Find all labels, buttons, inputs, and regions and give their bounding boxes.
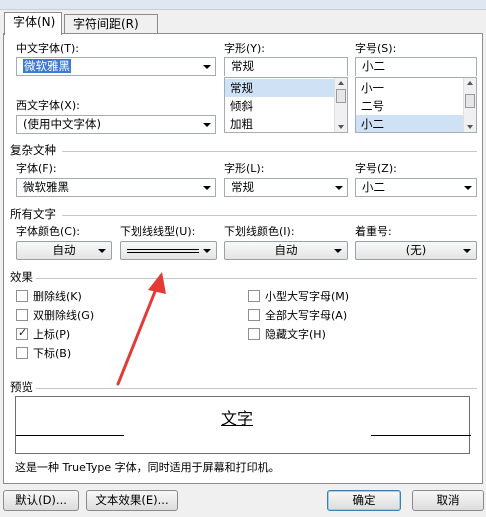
emphasis-select[interactable]: (无) (355, 241, 477, 260)
double-strikethrough-checkbox[interactable] (16, 309, 28, 321)
chevron-down-icon[interactable] (335, 186, 343, 190)
size-option[interactable]: 二号 (356, 97, 463, 115)
style-option[interactable]: 倾斜 (225, 97, 334, 115)
font-color-select[interactable]: 自动 (16, 241, 112, 260)
underline-type-label: 下划线线型(U): (120, 225, 196, 238)
cancel-button[interactable]: 取消 (412, 490, 484, 511)
hidden-text-label[interactable]: 隐藏文字(H) (265, 328, 326, 341)
double-strikethrough-label[interactable]: 双删除线(G) (33, 309, 94, 322)
underline-sample-line (127, 249, 199, 250)
chevron-down-icon[interactable] (203, 186, 211, 190)
style-input[interactable]: 常规 (224, 57, 348, 76)
baseline-left (16, 435, 124, 436)
underline-color-value: 自动 (274, 243, 298, 257)
size-value: 小二 (362, 59, 385, 73)
chevron-down-icon[interactable] (203, 65, 211, 69)
font-info-note: 这是一种 TrueType 字体，同时适用于屏幕和打印机。 (15, 461, 280, 474)
underline-type-select[interactable] (120, 241, 217, 260)
checkmark-icon: ✓ (18, 326, 28, 339)
title-bar (0, 0, 486, 10)
divider (36, 388, 477, 389)
hidden-text-checkbox[interactable] (248, 328, 260, 340)
superscript-checkbox[interactable]: ✓ (16, 326, 28, 340)
small-caps-label[interactable]: 小型大写字母(M) (265, 290, 349, 303)
style-list[interactable]: 常规 倾斜 加粗 (224, 77, 348, 133)
all-caps-checkbox[interactable] (248, 309, 260, 321)
scroll-down-icon[interactable] (338, 125, 344, 129)
underline-color-label: 下划线颜色(I): (224, 225, 295, 238)
style-option[interactable]: 常规 (225, 79, 334, 97)
size-option[interactable]: 小一 (356, 79, 463, 97)
complex-size-label: 字号(Z): (355, 162, 397, 175)
chevron-down-icon[interactable] (464, 186, 472, 190)
tab-character-spacing[interactable]: 字符间距(R) (64, 14, 158, 34)
complex-style-select[interactable]: 常规 (224, 178, 348, 197)
strikethrough-checkbox[interactable] (16, 290, 28, 302)
scroll-down-icon[interactable] (467, 125, 473, 129)
scroll-up-icon[interactable] (338, 81, 344, 85)
text-effects-button[interactable]: 文本效果(E)... (86, 490, 178, 511)
style-scrollbar[interactable] (334, 78, 347, 132)
preview-sample-text: 文字 (221, 409, 254, 428)
subscript-label[interactable]: 下标(B) (33, 347, 71, 360)
western-font-value: (使用中文字体) (23, 117, 101, 131)
divider (62, 215, 477, 216)
chevron-down-icon[interactable] (203, 249, 211, 253)
western-font-label: 西文字体(X): (16, 99, 80, 112)
chinese-font-label: 中文字体(T): (16, 42, 80, 55)
font-color-label: 字体颜色(C): (16, 225, 80, 238)
all-caps-label[interactable]: 全部大写字母(A) (265, 309, 347, 322)
complex-style-label: 字形(L): (224, 162, 265, 175)
tab-strip: 字体(N) 字符间距(R) (0, 10, 486, 35)
preview-box: 文字 (15, 396, 471, 454)
underline-sample-line (127, 252, 199, 253)
strikethrough-label[interactable]: 删除线(K) (33, 290, 82, 303)
chevron-down-icon[interactable] (334, 249, 342, 253)
ok-button[interactable]: 确定 (327, 490, 401, 511)
size-list[interactable]: 小一 二号 小二 (355, 77, 477, 133)
complex-section-title: 复杂文种 (10, 143, 56, 157)
chinese-font-select[interactable]: 微软雅黑 (16, 57, 216, 76)
baseline-right (371, 435, 471, 436)
emphasis-label: 着重号: (355, 225, 392, 238)
chinese-font-value: 微软雅黑 (23, 59, 71, 73)
complex-size-select[interactable]: 小二 (355, 178, 477, 197)
complex-font-label: 字体(F): (16, 162, 57, 175)
style-label: 字形(Y): (224, 42, 266, 55)
emphasis-value: (无) (405, 243, 427, 257)
scroll-thumb[interactable] (336, 89, 346, 103)
all-text-section-title: 所有文字 (10, 207, 56, 221)
complex-font-value: 微软雅黑 (23, 180, 69, 194)
annotation-arrow (116, 272, 166, 386)
complex-size-value: 小二 (362, 180, 385, 194)
style-value: 常规 (231, 59, 254, 73)
complex-font-select[interactable]: 微软雅黑 (16, 178, 216, 197)
western-font-select[interactable]: (使用中文字体) (16, 115, 216, 134)
underline-color-select[interactable]: 自动 (224, 241, 348, 260)
size-label: 字号(S): (355, 42, 397, 55)
chevron-down-icon[interactable] (463, 249, 471, 253)
divider (62, 151, 477, 152)
subscript-checkbox[interactable] (16, 347, 28, 359)
default-button[interactable]: 默认(D)... (3, 490, 79, 511)
effects-section-title: 效果 (10, 270, 33, 284)
small-caps-checkbox[interactable] (248, 290, 260, 302)
preview-section-title: 预览 (10, 380, 33, 394)
chevron-down-icon[interactable] (203, 123, 211, 127)
scroll-up-icon[interactable] (467, 81, 473, 85)
size-scrollbar[interactable] (463, 78, 476, 132)
size-input[interactable]: 小二 (355, 57, 477, 76)
chevron-down-icon[interactable] (98, 249, 106, 253)
tab-font[interactable]: 字体(N) (4, 12, 62, 35)
complex-style-value: 常规 (231, 180, 254, 194)
font-color-value: 自动 (52, 243, 76, 257)
superscript-label[interactable]: 上标(P) (33, 328, 70, 341)
scroll-thumb[interactable] (465, 94, 475, 108)
style-option[interactable]: 加粗 (225, 115, 334, 132)
size-option[interactable]: 小二 (356, 115, 463, 132)
